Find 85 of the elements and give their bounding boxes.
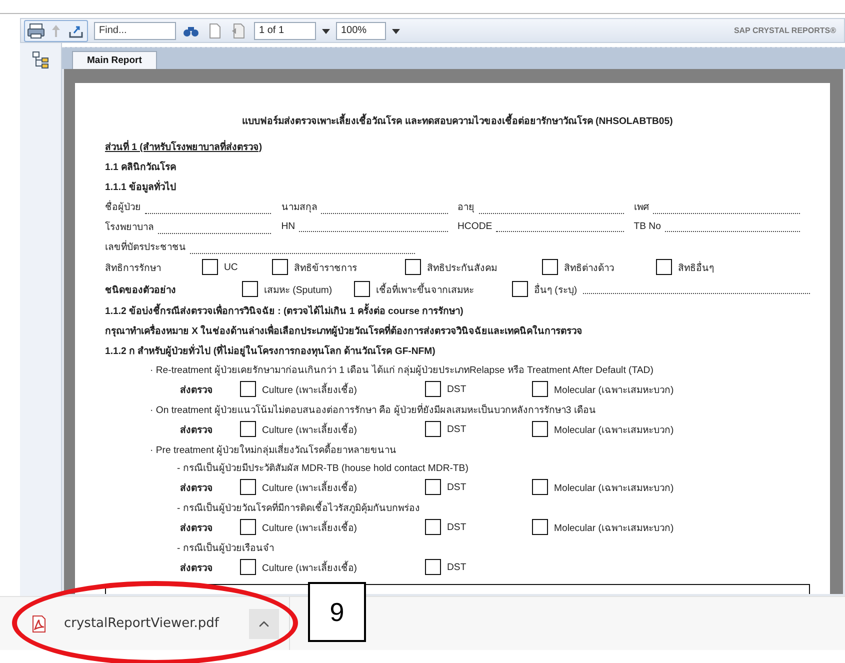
option-label: DST [447, 562, 466, 572]
checkbox[interactable] [240, 421, 256, 437]
field-label: ส่งตรวจ [179, 562, 214, 574]
checkbox[interactable] [425, 421, 441, 437]
option-label: สิทธิต่างด้าว [564, 262, 614, 274]
option-label: เชื้อที่เพาะขึ้นจากเสมหะ [376, 282, 474, 296]
zoom-field[interactable]: 100% [336, 22, 386, 40]
checkbox[interactable] [240, 559, 256, 575]
item-text: · On treatment ผู้ป่วยแนวโน้มไม่ตอบสนองต่อการรักษา คือ ผู้ป่วยที่ยังมีผลเสมหะเป็นบวกหลังการรักษา3 เดือน [149, 402, 596, 416]
checkbox[interactable] [512, 281, 528, 297]
checkbox[interactable] [532, 479, 548, 495]
heading: กรุณาทำเครื่องหมาย X ในช่องด้านล่างเพื่อเลือกประเภทผู้ป่วยวัณโรคที่ต้องการส่งตรวจวินิจฉัยและเทคนิคในการตรวจ [105, 323, 583, 338]
checkbox[interactable] [425, 381, 441, 397]
heading: 1.1.1 ข้อมูลทั่วไป [105, 179, 176, 194]
option-label: Molecular (เฉพาะเสมหะบวก) [554, 482, 674, 494]
checkbox[interactable] [405, 259, 421, 275]
checkbox[interactable] [272, 259, 288, 275]
field-label: ส่งตรวจ [179, 384, 214, 396]
field-label: สิทธิการรักษา [105, 262, 162, 274]
option-label: Molecular (เฉพาะเสมหะบวก) [554, 424, 674, 436]
option-label: DST [447, 424, 466, 434]
checkbox[interactable] [354, 281, 370, 297]
checkbox[interactable] [240, 519, 256, 535]
heading: 1.1.2 ข้อบ่งชี้กรณีส่งตรวจเพื่อการวินิจฉัย : (ตรวจได้ไม่เกิน 1 ครั้งต่อ course การรักษา) [105, 302, 464, 318]
option-label: สิทธิประกันสังคม [427, 262, 497, 274]
field-label: โรงพยาบาล [105, 220, 154, 234]
field-label: HN [281, 220, 296, 232]
option-label: DST [447, 482, 466, 492]
item-text: - กรณีเป็นผู้ป่วยวัณโรคที่มีการติดเชื้อไวรัสภูมิคุ้มกันบกพร่อง [176, 500, 420, 514]
option-label: Culture (เพาะเลี้ยงเชื้อ) [262, 560, 357, 574]
option-label: Culture (เพาะเลี้ยงเชื้อ) [262, 480, 357, 494]
tree-icon[interactable] [32, 51, 50, 69]
option-label: สิทธิข้าราชการ [294, 262, 357, 274]
find-field[interactable]: Find... [94, 22, 176, 40]
option-label: DST [447, 384, 466, 394]
item-text: · Pre treatment ผู้ป่วยใหม่กลุ่มเสี่ยงวัณโรคดื้อยาหลายขนาน [149, 442, 397, 456]
dropdown-icon[interactable] [392, 26, 400, 34]
option-label: Molecular (เฉพาะเสมหะบวก) [554, 384, 674, 396]
pdf-icon [30, 614, 48, 632]
item-text: - กรณีเป็นผู้ป่วยเรือนจำ [176, 541, 274, 554]
item-text: - กรณีเป็นผู้ป่วยมีประวัติสัมผัส MDR-TB (house hold contact MDR-TB) [176, 461, 468, 474]
checkbox[interactable] [242, 281, 258, 297]
option-label: สิทธิอื่นๆ [678, 260, 714, 274]
section-heading: ส่วนที่ 1 (สำหรับโรงพยาบาลที่ส่งตรวจ) [105, 139, 262, 154]
download-filename[interactable]: crystalReportViewer.pdf [64, 616, 219, 631]
field-label: TB No [634, 220, 661, 232]
checkbox[interactable] [656, 259, 672, 275]
report-tab[interactable]: Main Report [72, 51, 157, 69]
option-label: Culture (เพาะเลี้ยงเชื้อ) [262, 422, 357, 436]
field-label: อายุ [458, 200, 474, 214]
field-label: ส่งตรวจ [179, 522, 214, 534]
checkbox[interactable] [532, 519, 548, 535]
field-label: นามสกุล [281, 200, 318, 214]
field-label: HCODE [458, 220, 492, 232]
field-label: เลขที่บัตรประชาชน [105, 239, 186, 254]
report-title: แบบฟอร์มส่งตรวจเพาะเลี้ยงเชื้อวัณโรค และทดสอบความไวของเชื้อต่อยารักษาวัณโรค (NHSOLABTB05) [105, 113, 810, 128]
checkbox[interactable] [425, 479, 441, 495]
dropdown-icon[interactable] [322, 26, 330, 34]
step-number: 9 [308, 582, 366, 642]
option-label: Culture (เพาะเลี้ยงเชื้อ) [262, 520, 357, 534]
option-label: DST [447, 522, 466, 532]
field-label: ส่งตรวจ [179, 424, 214, 436]
page-field[interactable]: 1 of 1 [254, 22, 316, 40]
checkbox[interactable] [240, 479, 256, 495]
heading: 1.1.2 ก สำหรับผู้ป่วยทั่วไป (ที่ไม่อยู่ในโครงการกองทุนโลก ด้านวัณโรค GF-NFM) [105, 343, 436, 358]
field-label: ชนิดของตัวอย่าง [105, 284, 177, 296]
checkbox[interactable] [532, 381, 548, 397]
field-label: ส่งตรวจ [179, 482, 214, 494]
checkbox[interactable] [532, 421, 548, 437]
brand-label: SAP CRYSTAL REPORTS® [734, 26, 836, 35]
option-label: UC [224, 262, 238, 272]
checkbox[interactable] [425, 519, 441, 535]
field-label: ชื่อผู้ป่วย [105, 199, 141, 214]
option-label: เสมหะ (Sputum) [264, 284, 332, 296]
field-label: เพศ [634, 200, 649, 214]
item-text: · Re-treatment ผู้ป่วยเคยรักษามาก่อนเกินกว่า 1 เดือน ได้แก่ กลุ่มผู้ป่วยประเภทRelapse หรือ Treatment After Default (TAD) [149, 363, 654, 376]
checkbox[interactable] [425, 559, 441, 575]
option-label: Culture (เพาะเลี้ยงเชื้อ) [262, 382, 357, 396]
checkbox[interactable] [240, 381, 256, 397]
heading: 1.1 คลินิกวัณโรค [105, 160, 176, 174]
option-label: อื่นๆ (ระบุ) [534, 282, 578, 296]
option-label: Molecular (เฉพาะเสมหะบวก) [554, 522, 674, 534]
checkbox[interactable] [542, 259, 558, 275]
checkbox[interactable] [202, 259, 218, 275]
print-icon[interactable] [27, 22, 45, 40]
